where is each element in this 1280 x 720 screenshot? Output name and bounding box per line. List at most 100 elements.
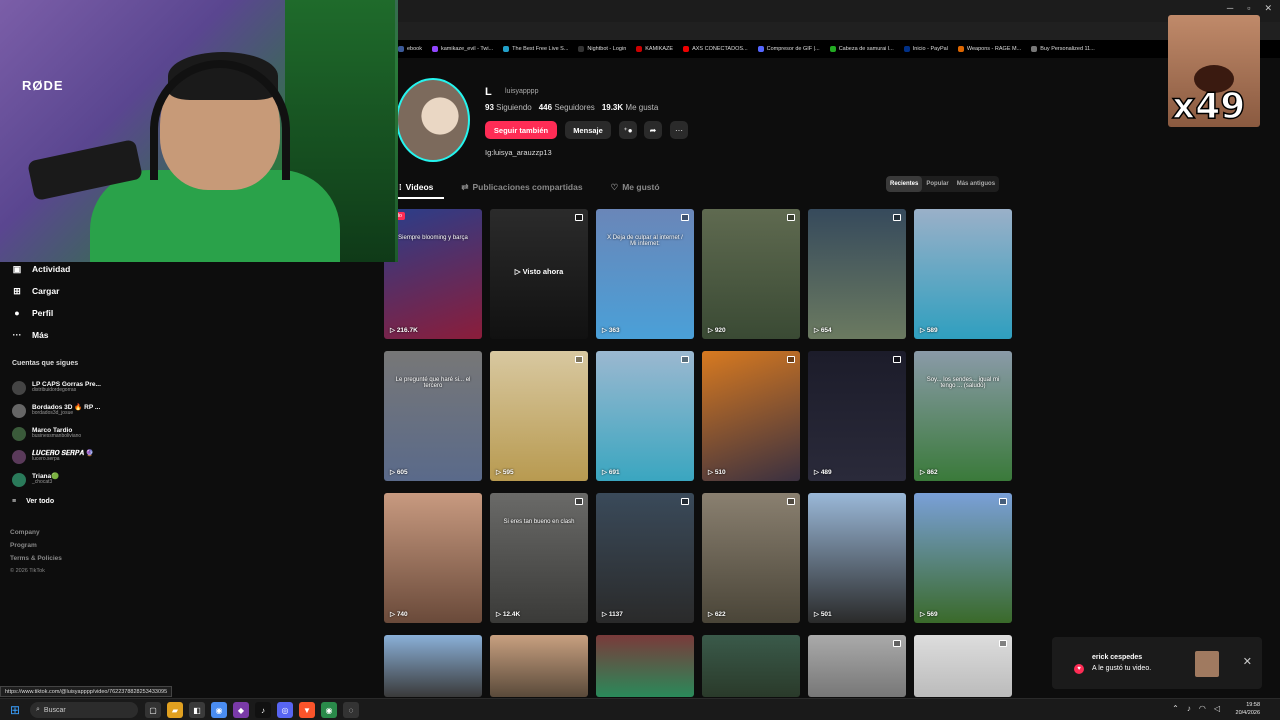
footer-company[interactable]: Company xyxy=(10,526,62,539)
bookmark-label: AXS CONECTADOS... xyxy=(692,46,748,52)
tiktok-icon[interactable]: ♪ xyxy=(255,702,271,718)
follow-back-button[interactable]: Seguir también xyxy=(485,121,557,139)
volume-icon[interactable]: ◁ xyxy=(1214,704,1220,713)
app-icon[interactable]: ◆ xyxy=(233,702,249,718)
sidebar-item-perfil[interactable]: ● Perfil xyxy=(0,302,120,324)
message-button[interactable]: Mensaje xyxy=(565,121,611,139)
add-friend-icon[interactable]: ⁺● xyxy=(619,121,637,139)
video-tile[interactable]: ▷ 622 xyxy=(702,493,800,623)
followed-account[interactable]: LP CAPS Gorras Pre... distribuidordegorra… xyxy=(0,376,120,399)
chrome-icon[interactable]: ◉ xyxy=(211,702,227,718)
video-tile[interactable] xyxy=(596,635,694,697)
view-count: ▷ 510 xyxy=(708,468,726,476)
followed-account[interactable]: Bordados 3D 🔥 RP ... bordados3d_josue xyxy=(0,399,120,422)
video-tile[interactable]: ▷ 740 xyxy=(384,493,482,623)
sort-option[interactable]: Popular xyxy=(922,176,952,192)
tab-label: Publicaciones compartidas xyxy=(472,182,583,192)
avatar xyxy=(12,380,26,395)
profile-tabs: ⁞⁞ Videos ⇄ Publicaciones compartidas ♡ Me gu… xyxy=(396,178,688,196)
wifi-icon[interactable]: ◠ xyxy=(1199,704,1206,713)
video-tile[interactable]: ▷ 691 xyxy=(596,351,694,481)
view-count-value: 363 xyxy=(608,327,620,334)
bookmark-item[interactable]: ebook xyxy=(398,46,422,52)
followed-account[interactable]: Marco Tardio businessmanbolivianο xyxy=(0,422,120,445)
video-tile[interactable]: ▷ Visto ahora xyxy=(490,209,588,339)
bookmark-item[interactable]: AXS CONECTADOS... xyxy=(683,46,748,52)
discord-icon[interactable]: ◎ xyxy=(277,702,293,718)
following-stat[interactable]: 93 Siguiendo xyxy=(485,103,532,112)
bookmark-item[interactable]: KAMIKAZE xyxy=(636,46,673,52)
followed-account[interactable]: 𝑳𝑼𝑪𝑬𝑹𝑶 𝑺𝑬𝑹𝑷𝑨 🔮 lucero.serpa xyxy=(0,445,120,468)
file-explorer-icon[interactable]: ▰ xyxy=(167,702,183,718)
video-tile[interactable]: Si eres tan bueno en clash ▷ 12.4K xyxy=(490,493,588,623)
view-count-value: 740 xyxy=(396,611,408,618)
video-tile[interactable]: ▷ 489 xyxy=(808,351,906,481)
sidebar-item-label: Actividad xyxy=(32,264,71,274)
video-tile[interactable]: ▷ 920 xyxy=(702,209,800,339)
video-tile[interactable]: ▷ 595 xyxy=(490,351,588,481)
webcam-overlay: RØDE xyxy=(0,0,398,262)
view-count-value: 489 xyxy=(820,469,832,476)
tab-publicaciones-compartidas[interactable]: ⇄ Publicaciones compartidas xyxy=(461,178,582,196)
footer-terms[interactable]: Terms & Policies xyxy=(10,552,62,565)
maximize-icon[interactable]: ▫ xyxy=(1247,3,1250,14)
video-tile[interactable]: X Deja de culpar al internet / Mi intern… xyxy=(596,209,694,339)
video-tile[interactable]: ▷ 569 xyxy=(914,493,1012,623)
sidebar-item-cargar[interactable]: ⊞ Cargar xyxy=(0,280,120,302)
tab-videos[interactable]: ⁞⁞ Videos xyxy=(396,178,433,196)
minimize-icon[interactable]: ─ xyxy=(1227,3,1233,14)
sort-option[interactable]: Recientes xyxy=(886,176,923,192)
see-all-button[interactable]: ≡ Ver todo xyxy=(0,491,120,511)
video-tile[interactable] xyxy=(384,635,482,697)
video-tile[interactable]: Le pregunté que haré si... el tercero ▷ 6… xyxy=(384,351,482,481)
video-tile[interactable]: ▷ 589 xyxy=(914,209,1012,339)
video-tile[interactable] xyxy=(490,635,588,697)
chevron-up-icon[interactable]: ⌃ xyxy=(1172,704,1179,713)
followers-stat[interactable]: 446 Seguidores xyxy=(539,103,595,112)
bookmark-label: KAMIKAZE xyxy=(645,46,674,52)
view-count-value: 1137 xyxy=(608,611,623,618)
video-tile[interactable]: FijadoSiempre blooming y barça▷ 216.7K xyxy=(384,209,482,339)
play-icon: ▷ xyxy=(496,611,503,618)
video-tile[interactable]: ▷ 501 xyxy=(808,493,906,623)
video-tile[interactable]: ▷ 654 xyxy=(808,209,906,339)
windows-start-icon[interactable]: ⊞ xyxy=(10,704,22,716)
followed-account[interactable]: Triana🟢 _chocat3 xyxy=(0,468,120,491)
notification-toast[interactable]: ♥ erick cespedes A le gustó tu video. ✕ xyxy=(1052,637,1262,689)
tab-me-gustó[interactable]: ♡ Me gustó xyxy=(611,178,660,196)
bookmark-item[interactable]: The Best Free Live S... xyxy=(503,46,568,52)
footer-program[interactable]: Program xyxy=(10,539,62,552)
taskbar-search[interactable]: ⌕ Buscar xyxy=(30,702,138,718)
bookmark-item[interactable]: Nightbot - Login xyxy=(578,46,626,52)
multi-image-icon xyxy=(575,214,583,221)
video-tile[interactable]: Soy... los sendes... igual mi tengo ... … xyxy=(914,351,1012,481)
mic-tray-icon[interactable]: ♪ xyxy=(1187,704,1191,713)
close-notification-icon[interactable]: ✕ xyxy=(1243,655,1252,668)
bookmark-item[interactable]: kamikaze_evil - Twi... xyxy=(432,46,493,52)
share-icon[interactable]: ➦ xyxy=(644,121,662,139)
video-tile[interactable]: ▷ 1137 xyxy=(596,493,694,623)
close-icon[interactable]: ✕ xyxy=(1264,3,1272,14)
video-tile[interactable]: ▷ 510 xyxy=(702,351,800,481)
video-tile[interactable] xyxy=(914,635,1012,697)
video-tile[interactable] xyxy=(702,635,800,697)
obs-icon[interactable]: ◌ xyxy=(343,702,359,718)
bookmark-item[interactable]: Compresor de GIF |... xyxy=(757,46,820,52)
sidebar-item-label: Cargar xyxy=(32,286,60,296)
more-options-icon[interactable]: ··· xyxy=(670,121,688,139)
brave-icon[interactable]: ▼ xyxy=(299,702,315,718)
bookmark-item[interactable]: Cabeza de samurai l... xyxy=(829,46,894,52)
bookmark-item[interactable]: Inicio - PayPal xyxy=(903,46,948,52)
sort-option[interactable]: Más antiguos xyxy=(953,176,999,192)
system-tray: ⌃ ♪ ◠ ◁ xyxy=(1172,704,1220,713)
account-names: 𝑳𝑼𝑪𝑬𝑹𝑶 𝑺𝑬𝑹𝑷𝑨 🔮 lucero.serpa xyxy=(32,450,94,463)
clock[interactable]: 19:58 20/4/2026 xyxy=(1236,701,1260,717)
video-tile[interactable] xyxy=(808,635,906,697)
sidebar-item-más[interactable]: ··· Más xyxy=(0,324,120,346)
bookmark-item[interactable]: Weapons - RAGE M... xyxy=(957,46,1021,52)
chrome-alt-icon[interactable]: ◉ xyxy=(321,702,337,718)
bookmark-item[interactable]: Buy Personalized 11... xyxy=(1031,46,1095,52)
store-icon[interactable]: ◧ xyxy=(189,702,205,718)
task-view-icon[interactable]: ▢ xyxy=(145,702,161,718)
view-count-value: 622 xyxy=(714,611,726,618)
